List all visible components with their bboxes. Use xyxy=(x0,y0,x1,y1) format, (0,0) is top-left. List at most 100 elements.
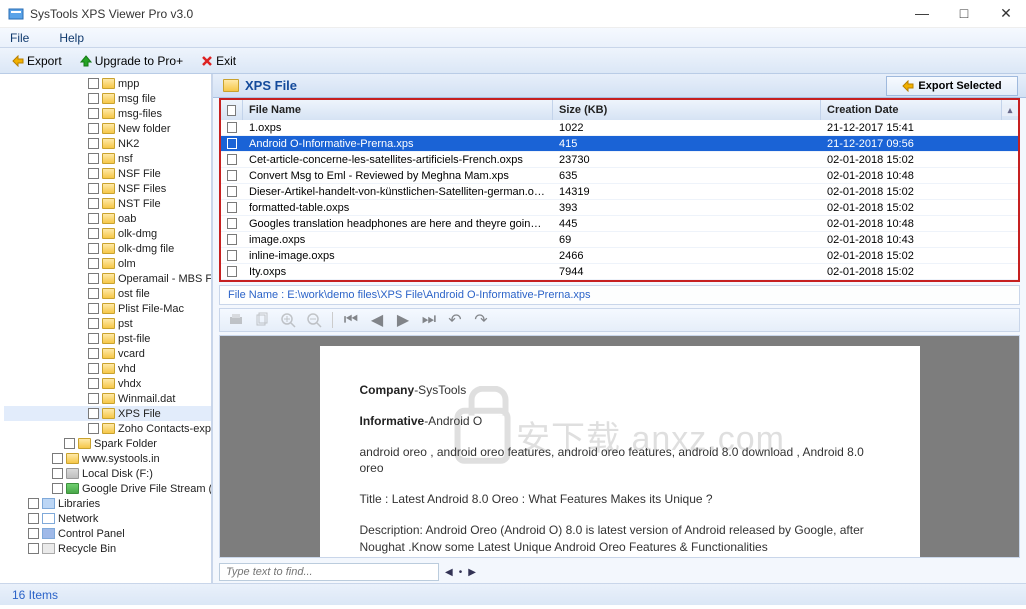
checkbox[interactable] xyxy=(88,198,99,209)
menu-file[interactable]: File xyxy=(10,31,29,45)
tree-item[interactable]: mpp xyxy=(4,76,211,91)
tree-item[interactable]: Plist File-Mac xyxy=(4,301,211,316)
find-next-icon[interactable]: ▶ xyxy=(468,567,476,578)
checkbox[interactable] xyxy=(88,93,99,104)
tree-item[interactable]: msg-files xyxy=(4,106,211,121)
upgrade-button[interactable]: Upgrade to Pro+ xyxy=(76,53,187,69)
tree-item[interactable]: www.systools.in xyxy=(4,451,211,466)
table-row[interactable]: Convert Msg to Eml - Reviewed by Meghna … xyxy=(221,168,1018,184)
checkbox[interactable] xyxy=(88,183,99,194)
table-row[interactable]: Android O-Informative-Prerna.xps41521-12… xyxy=(221,136,1018,152)
checkbox[interactable] xyxy=(88,303,99,314)
row-checkbox[interactable] xyxy=(227,122,237,133)
zoom-in-icon[interactable] xyxy=(280,312,296,328)
checkbox[interactable] xyxy=(88,258,99,269)
checkbox[interactable] xyxy=(88,318,99,329)
col-date[interactable]: Creation Date xyxy=(821,100,1002,120)
menu-help[interactable]: Help xyxy=(59,31,84,45)
checkbox[interactable] xyxy=(88,123,99,134)
scroll-up-icon[interactable]: ▴ xyxy=(1002,105,1018,116)
tree-item[interactable]: Spark Folder xyxy=(4,436,211,451)
checkbox[interactable] xyxy=(28,528,39,539)
checkbox[interactable] xyxy=(88,423,99,434)
table-row[interactable]: inline-image.oxps246602-01-2018 15:02 xyxy=(221,248,1018,264)
row-checkbox[interactable] xyxy=(227,154,237,165)
tree-item[interactable]: msg file xyxy=(4,91,211,106)
checkbox[interactable] xyxy=(52,468,63,479)
checkbox[interactable] xyxy=(88,363,99,374)
checkbox[interactable] xyxy=(28,513,39,524)
tree-item[interactable]: oab xyxy=(4,211,211,226)
zoom-out-icon[interactable] xyxy=(306,312,322,328)
tree-item[interactable]: vhdx xyxy=(4,376,211,391)
tree-item[interactable]: XPS File xyxy=(4,406,211,421)
tree-item[interactable]: Libraries xyxy=(4,496,211,511)
checkbox[interactable] xyxy=(88,168,99,179)
tree-item[interactable]: olm xyxy=(4,256,211,271)
checkbox[interactable] xyxy=(88,393,99,404)
tree-item[interactable]: olk-dmg file xyxy=(4,241,211,256)
tree-item[interactable]: Zoho Contacts-exported xyxy=(4,421,211,436)
col-size[interactable]: Size (KB) xyxy=(553,100,821,120)
tree-item[interactable]: Google Drive File Stream (G:) xyxy=(4,481,211,496)
folder-tree[interactable]: mppmsg filemsg-filesNew folderNK2nsfNSF … xyxy=(0,74,212,583)
row-checkbox[interactable] xyxy=(227,250,237,261)
find-dropdown-icon[interactable]: • xyxy=(459,567,463,578)
row-checkbox[interactable] xyxy=(227,170,237,181)
export-button[interactable]: Export xyxy=(8,53,66,69)
tree-item[interactable]: olk-dmg xyxy=(4,226,211,241)
exit-button[interactable]: Exit xyxy=(197,53,240,69)
copy-icon[interactable] xyxy=(254,312,270,328)
tree-item[interactable]: vhd xyxy=(4,361,211,376)
tree-item[interactable]: NSF Files xyxy=(4,181,211,196)
print-icon[interactable] xyxy=(228,312,244,328)
checkbox[interactable] xyxy=(88,228,99,239)
table-row[interactable]: 1.oxps102221-12-2017 15:41 xyxy=(221,120,1018,136)
tree-item[interactable]: New folder xyxy=(4,121,211,136)
checkbox[interactable] xyxy=(28,543,39,554)
row-checkbox[interactable] xyxy=(227,234,237,245)
tree-item[interactable]: Control Panel xyxy=(4,526,211,541)
checkbox[interactable] xyxy=(28,498,39,509)
checkbox[interactable] xyxy=(88,378,99,389)
tree-item[interactable]: NSF File xyxy=(4,166,211,181)
row-checkbox[interactable] xyxy=(227,138,237,149)
checkbox[interactable] xyxy=(64,438,75,449)
checkbox[interactable] xyxy=(88,288,99,299)
row-checkbox[interactable] xyxy=(227,266,237,277)
header-checkbox[interactable] xyxy=(221,100,243,120)
checkbox[interactable] xyxy=(52,483,63,494)
close-button[interactable]: ✕ xyxy=(994,5,1018,22)
prev-page-icon[interactable]: ◀ xyxy=(369,312,385,328)
minimize-button[interactable]: — xyxy=(910,5,934,22)
maximize-button[interactable]: □ xyxy=(952,5,976,22)
tree-item[interactable]: NK2 xyxy=(4,136,211,151)
first-page-icon[interactable]: ⏮ xyxy=(343,312,359,328)
document-viewer[interactable]: 安下载 anxz.com Company-SysTools Informativ… xyxy=(219,335,1020,558)
checkbox[interactable] xyxy=(88,138,99,149)
tree-item[interactable]: Network xyxy=(4,511,211,526)
table-row[interactable]: image.oxps6902-01-2018 10:43 xyxy=(221,232,1018,248)
tree-item[interactable]: Local Disk (F:) xyxy=(4,466,211,481)
row-checkbox[interactable] xyxy=(227,186,237,197)
tree-item[interactable]: pst-file xyxy=(4,331,211,346)
checkbox[interactable] xyxy=(88,78,99,89)
tree-item[interactable]: nsf xyxy=(4,151,211,166)
checkbox[interactable] xyxy=(88,333,99,344)
tree-item[interactable]: Winmail.dat xyxy=(4,391,211,406)
find-prev-icon[interactable]: ◀ xyxy=(445,567,453,578)
last-page-icon[interactable]: ⏭ xyxy=(421,312,437,328)
tree-item[interactable]: pst xyxy=(4,316,211,331)
export-selected-button[interactable]: Export Selected xyxy=(886,76,1018,96)
table-row[interactable]: Ity.oxps794402-01-2018 15:02 xyxy=(221,264,1018,280)
table-row[interactable]: formatted-table.oxps39302-01-2018 15:02 xyxy=(221,200,1018,216)
col-filename[interactable]: File Name xyxy=(243,100,553,120)
row-checkbox[interactable] xyxy=(227,218,237,229)
checkbox[interactable] xyxy=(88,348,99,359)
tree-item[interactable]: ost file xyxy=(4,286,211,301)
checkbox[interactable] xyxy=(88,153,99,164)
find-input[interactable] xyxy=(219,563,439,581)
rotate-left-icon[interactable]: ↶ xyxy=(447,312,463,328)
checkbox[interactable] xyxy=(88,213,99,224)
checkbox[interactable] xyxy=(52,453,63,464)
